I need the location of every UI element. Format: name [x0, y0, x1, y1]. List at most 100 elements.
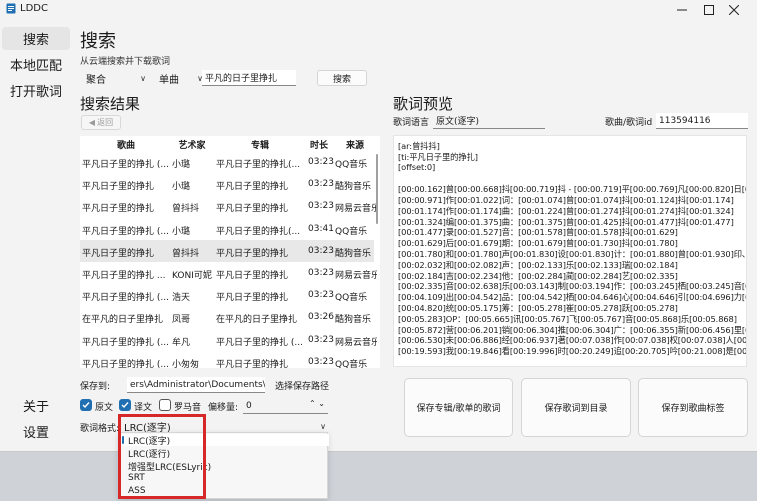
- table-cell: 小匆匆: [172, 359, 200, 368]
- id-label: 歌曲/歌词id: [605, 118, 653, 128]
- table-cell: 平凡日子里的挣扎: [216, 271, 289, 281]
- table-cell: 03:23: [308, 334, 334, 345]
- format-option[interactable]: SRT: [119, 473, 329, 485]
- app-window: LDDC 搜索 本地匹配 打开歌词 关于 设置 搜索 从云端搜索并下载歌词 聚合…: [0, 0, 757, 452]
- table-cell: 酷狗音乐: [335, 315, 372, 326]
- table-cell: 平凡日子里的挣扎: [216, 248, 289, 259]
- checkbox-translation-label: 译文: [134, 403, 153, 413]
- table-cell: 03:23: [308, 356, 334, 367]
- search-type-select[interactable]: 单曲 ∨: [159, 71, 203, 86]
- checkbox-translation[interactable]: [119, 399, 131, 411]
- search-button[interactable]: 搜索: [317, 70, 367, 86]
- chevron-down-icon: ∨: [140, 74, 146, 83]
- checkbox-original-label: 原文: [95, 403, 114, 413]
- table-cell: KONI可妮: [172, 271, 212, 281]
- table-cell: 小璐: [172, 160, 191, 170]
- format-option[interactable]: LRC(逐字): [119, 434, 329, 447]
- save-to-tag-button[interactable]: 保存到歌曲标签: [638, 378, 748, 437]
- table-cell: 曾抖抖: [172, 204, 200, 215]
- table-cell: 平凡日子里的挣扎: [216, 182, 289, 193]
- table-cell: 平凡日子里的挣扎 (...: [82, 160, 169, 170]
- table-row[interactable]: 平凡日子里的挣扎 (... 牟凡 平凡日子里的挣扎 (... 03:23 网易云音乐: [80, 329, 377, 351]
- table-row[interactable]: 平凡日子里的挣扎 小璐 平凡日子里的挣扎 03:23 酷狗音乐: [80, 173, 374, 195]
- column-header[interactable]: 来源: [334, 138, 376, 151]
- nav-local-match[interactable]: 本地匹配: [2, 53, 70, 76]
- save-path-input[interactable]: ers\Administrator\Documents\Lyrics: [127, 377, 265, 393]
- table-cell: 平凡日子里的挣扎: [216, 359, 289, 368]
- lyric-line: [00:19.593]我[00:19.846]看[00:19.996]时[00:…: [398, 346, 747, 357]
- table-cell: 平凡日子里的挣扎 (...: [82, 293, 169, 304]
- offset-input[interactable]: 0 ⌃ ⌄: [243, 398, 328, 414]
- nav-search[interactable]: 搜索: [2, 27, 70, 50]
- nav-settings[interactable]: 设置: [2, 420, 70, 443]
- nav-open-lyrics[interactable]: 打开歌词: [2, 79, 70, 102]
- results-scrollbar[interactable]: [376, 154, 378, 224]
- table-cell: 小璐: [172, 226, 191, 237]
- chevron-down-icon: ∨: [320, 422, 326, 431]
- close-button[interactable]: [711, 0, 757, 20]
- back-button[interactable]: ◀ 返回: [81, 115, 121, 130]
- spinner-arrows-icon[interactable]: ⌃ ⌄: [309, 399, 325, 408]
- table-cell: 03:26: [308, 312, 334, 323]
- table-row[interactable]: 平凡日子里的挣扎 (... 浩天 平凡日子里的挣扎 03:23 QQ音乐: [80, 284, 374, 306]
- lang-select[interactable]: 原文(逐字): [433, 113, 545, 129]
- source-select[interactable]: 聚合 ∨: [86, 71, 148, 86]
- search-input[interactable]: 平凡的日子里挣扎: [202, 70, 296, 86]
- format-option[interactable]: 增强型LRC(ESLyric): [119, 460, 329, 473]
- lang-label: 歌词语言: [393, 118, 430, 128]
- table-cell: 网易云音乐: [335, 204, 377, 215]
- table-row[interactable]: 平凡日子里的挣扎 曾抖抖 平凡日子里的挣扎 03:23 酷狗音乐: [80, 239, 374, 262]
- table-row[interactable]: 在平凡的日子里挣扎 凤哥 在平凡的日子里挣扎 03:26 酷狗音乐: [80, 306, 374, 328]
- table-cell: 小璐: [172, 182, 191, 193]
- format-option[interactable]: LRC(逐行): [119, 447, 329, 460]
- offset-label: 偏移量:: [208, 403, 239, 413]
- save-album-lyrics-button[interactable]: 保存专辑/歌单的歌词: [404, 378, 513, 437]
- table-cell: 平凡日子里的挣扎(...: [216, 226, 301, 237]
- choose-path-button[interactable]: 选择保存路径: [275, 379, 329, 392]
- id-input[interactable]: 113594116: [656, 113, 748, 129]
- page-title: 搜索: [80, 31, 116, 52]
- table-cell: 03:23: [308, 290, 334, 301]
- column-header[interactable]: 歌曲: [80, 138, 172, 151]
- source-value: 聚合: [86, 74, 106, 86]
- table-cell: 平凡日子里的挣扎: [216, 293, 289, 304]
- table-cell: 网易云音乐: [335, 337, 377, 348]
- table-cell: 03:23: [308, 157, 334, 167]
- table-row[interactable]: 平凡日子里的挣扎 (... 小匆匆 平凡日子里的挣扎 03:23 QQ音乐: [80, 351, 374, 368]
- checkbox-original[interactable]: [80, 399, 92, 411]
- table-cell: 在平凡的日子里挣扎: [216, 315, 298, 326]
- table-row[interactable]: 平凡日子里的挣扎 ... KONI可妮 平凡日子里的挣扎 03:23 网易云音乐: [80, 262, 377, 284]
- results-title: 搜索结果: [80, 95, 141, 113]
- back-label: 返回: [97, 118, 114, 127]
- format-select[interactable]: LRC(逐字) ∨: [124, 419, 328, 434]
- search-hint: 从云端搜索并下载歌词: [80, 57, 171, 67]
- table-cell: 曾抖抖: [172, 248, 200, 259]
- table-cell: 平凡日子里的挣扎: [82, 182, 155, 193]
- table-cell: 03:23: [308, 268, 334, 278]
- save-to-directory-button[interactable]: 保存歌词到目录: [521, 378, 631, 437]
- checkbox-romaji[interactable]: [159, 399, 171, 411]
- table-row[interactable]: 平凡日子里的挣扎 (... 小璐 平凡日子里的挣扎(... 03:41 QQ音乐: [80, 218, 374, 240]
- table-row[interactable]: 平凡日子里的挣扎 曾抖抖 平凡日子里的挣扎 03:23 网易云音乐: [80, 195, 377, 217]
- table-cell: 网易云音乐: [335, 271, 377, 281]
- column-header[interactable]: 时长: [304, 138, 334, 151]
- nav-about[interactable]: 关于: [2, 394, 70, 417]
- table-cell: 平凡日子里的挣扎: [216, 204, 289, 215]
- format-option[interactable]: ASS: [119, 486, 329, 498]
- format-label: 歌词格式:: [80, 424, 120, 434]
- app-title: LDDC: [20, 3, 48, 14]
- column-header[interactable]: 专辑: [214, 138, 306, 151]
- app-logo-icon: [6, 3, 16, 14]
- preview-title: 歌词预览: [393, 95, 454, 113]
- table-cell: 平凡日子里的挣扎 (...: [82, 359, 169, 368]
- lyrics-preview[interactable]: [ar:曾抖抖] [ti:平凡日子里的挣扎] [offset:0] [00:00.16…: [393, 135, 747, 367]
- column-header[interactable]: 艺术家: [170, 138, 214, 151]
- table-cell: QQ音乐: [335, 293, 368, 304]
- table-row[interactable]: 平凡日子里的挣扎 (... 小璐 平凡日子里的挣扎(... 03:23 QQ音乐: [80, 151, 374, 173]
- table-cell: 平凡日子里的挣扎: [82, 248, 155, 259]
- format-dropdown: LRC(逐字) LRC(逐行) 增强型LRC(ESLyric) SRT ASS: [118, 432, 329, 499]
- table-cell: 平凡日子里的挣扎 (...: [82, 337, 169, 348]
- table-header: 歌曲 艺术家 专辑 时长 来源: [80, 136, 380, 151]
- table-cell: 凤哥: [172, 315, 191, 326]
- back-arrow-icon: ◀: [88, 118, 96, 127]
